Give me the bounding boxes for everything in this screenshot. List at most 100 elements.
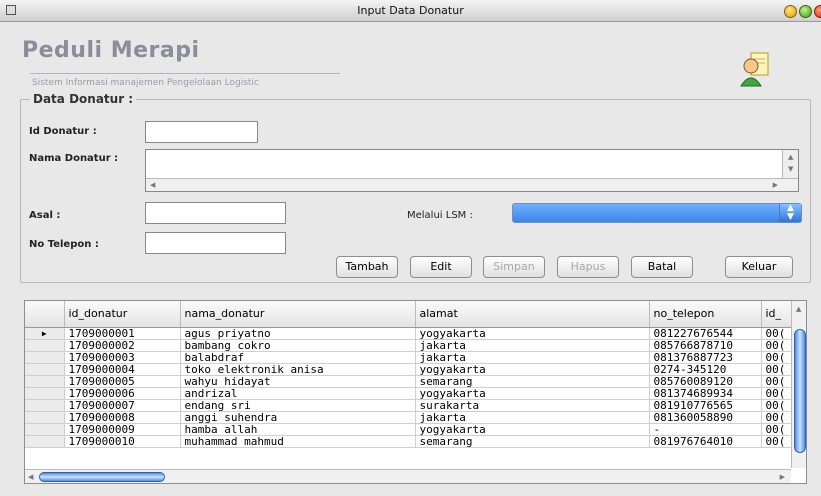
table-cell[interactable]: 1709000007	[64, 399, 181, 412]
table-cell[interactable]: 00(	[761, 363, 792, 376]
table-cell[interactable]: 081374689934	[649, 387, 762, 400]
table-cell[interactable]: andrizal	[180, 387, 416, 400]
column-header[interactable]: id_donatur	[64, 301, 181, 328]
table-cell[interactable]: balabdraf	[180, 351, 416, 364]
table-cell[interactable]: 085760089120	[649, 375, 762, 388]
table-cell[interactable]: 00(	[761, 387, 792, 400]
table-cell[interactable]: wahyu hidayat	[180, 375, 416, 388]
nama-vertical-scrollbar[interactable]: ▲ ▼	[782, 150, 798, 178]
edit-button[interactable]: Edit	[410, 256, 472, 278]
column-header[interactable]: id_	[761, 301, 792, 328]
table-cell[interactable]: surakarta	[415, 399, 650, 412]
table-cell[interactable]: yogyakarta	[415, 423, 650, 436]
table-cell[interactable]: 00(	[761, 375, 792, 388]
table-cell[interactable]: yogyakarta	[415, 387, 650, 400]
no-telepon-field[interactable]	[145, 232, 286, 254]
table-row[interactable]: 1709000006 andrizal yogyakarta 081374689934…	[25, 387, 792, 400]
table-cell[interactable]: muhammad mahmud	[180, 435, 416, 448]
table-cell[interactable]: anggi suhendra	[180, 411, 416, 424]
table-cell[interactable]: agus priyatno	[180, 327, 416, 340]
table-cell[interactable]: 00(	[761, 339, 792, 352]
table-cell[interactable]: 081360058890	[649, 411, 762, 424]
minimize-button[interactable]	[784, 5, 797, 18]
table-vertical-scrollbar[interactable]: ▲	[791, 301, 806, 468]
table-row[interactable]: 1709000002 bambang cokro jakarta 0857668787…	[25, 339, 792, 352]
donatur-grid[interactable]: id_donatur nama_donatur alamat no_telepo…	[25, 301, 792, 448]
keluar-button[interactable]: Keluar	[725, 256, 793, 278]
table-cell[interactable]: 081976764010	[649, 435, 762, 448]
donatur-table[interactable]: id_donatur nama_donatur alamat no_telepo…	[24, 300, 807, 484]
close-button[interactable]	[814, 5, 821, 18]
table-cell[interactable]: 1709000001	[64, 327, 181, 340]
id-donatur-field[interactable]	[145, 121, 258, 143]
table-cell[interactable]: yogyakarta	[415, 327, 650, 340]
table-cell[interactable]: 1709000002	[64, 339, 181, 352]
row-indicator[interactable]	[25, 435, 65, 448]
table-row[interactable]: ▶ 1709000001 agus priyatno yogyakarta 081227…	[25, 327, 792, 340]
table-cell[interactable]: 1709000005	[64, 375, 181, 388]
table-cell[interactable]: 00(	[761, 411, 792, 424]
row-indicator[interactable]	[25, 387, 65, 400]
maximize-button[interactable]	[799, 5, 812, 18]
row-indicator[interactable]	[25, 399, 65, 412]
window-titlebar[interactable]: Input Data Donatur	[0, 0, 821, 22]
batal-button[interactable]: Batal	[631, 256, 693, 278]
horizontal-scroll-thumb[interactable]	[39, 472, 165, 482]
table-cell[interactable]: 1709000008	[64, 411, 181, 424]
table-cell[interactable]: 00(	[761, 399, 792, 412]
form-group-title: Data Donatur :	[30, 92, 137, 106]
table-cell[interactable]: jakarta	[415, 351, 650, 364]
column-header[interactable]: nama_donatur	[180, 301, 416, 328]
table-cell[interactable]: 081376887723	[649, 351, 762, 364]
row-indicator[interactable]	[25, 363, 65, 376]
hapus-button[interactable]: Hapus	[557, 256, 619, 278]
table-cell[interactable]: 1709000003	[64, 351, 181, 364]
table-cell[interactable]: 1709000009	[64, 423, 181, 436]
table-cell[interactable]: endang sri	[180, 399, 416, 412]
row-indicator[interactable]	[25, 375, 65, 388]
table-row[interactable]: 1709000007 endang sri surakarta 08191077656…	[25, 399, 792, 412]
table-cell[interactable]: jakarta	[415, 339, 650, 352]
table-cell[interactable]: 081910776565	[649, 399, 762, 412]
table-cell[interactable]: 00(	[761, 423, 792, 436]
table-cell[interactable]: 1709000010	[64, 435, 181, 448]
table-cell[interactable]: bambang cokro	[180, 339, 416, 352]
table-horizontal-scrollbar[interactable]: ◀ ▶	[25, 469, 791, 483]
table-cell[interactable]: yogyakarta	[415, 363, 650, 376]
tambah-button[interactable]: Tambah	[336, 256, 398, 278]
table-cell[interactable]: semarang	[415, 435, 650, 448]
table-cell[interactable]: jakarta	[415, 411, 650, 424]
row-indicator[interactable]	[25, 411, 65, 424]
table-cell[interactable]: 00(	[761, 327, 792, 340]
vertical-scroll-thumb[interactable]	[794, 329, 806, 453]
row-indicator[interactable]	[25, 423, 65, 436]
simpan-button[interactable]: Simpan	[483, 256, 545, 278]
table-row[interactable]: 1709000010 muhammad mahmud semarang 0819767…	[25, 435, 792, 448]
table-cell[interactable]: -	[649, 423, 762, 436]
table-cell[interactable]: 00(	[761, 351, 792, 364]
table-cell[interactable]: 1709000006	[64, 387, 181, 400]
table-cell[interactable]: 0274-345120	[649, 363, 762, 376]
table-cell[interactable]: 1709000004	[64, 363, 181, 376]
row-indicator[interactable]	[25, 339, 65, 352]
column-header[interactable]: no_telepon	[649, 301, 762, 328]
table-row[interactable]: 1709000003 balabdraf jakarta 081376887723 00…	[25, 351, 792, 364]
column-header[interactable]: alamat	[415, 301, 650, 328]
table-cell[interactable]: toko elektronik anisa	[180, 363, 416, 376]
asal-field[interactable]	[145, 202, 286, 224]
table-cell[interactable]: 085766878710	[649, 339, 762, 352]
table-cell[interactable]: semarang	[415, 375, 650, 388]
table-cell[interactable]: 081227676544	[649, 327, 762, 340]
nama-horizontal-scrollbar[interactable]: ◀ ▶	[146, 178, 798, 191]
nama-donatur-field[interactable]	[146, 150, 782, 178]
table-cell[interactable]: 00(	[761, 435, 792, 448]
table-row[interactable]: 1709000004 toko elektronik anisa yogyakart…	[25, 363, 792, 376]
updown-arrow-icon[interactable]: ▲ ▼	[779, 204, 801, 222]
table-cell[interactable]: hamba allah	[180, 423, 416, 436]
lsm-select[interactable]: ▲ ▼	[512, 203, 802, 223]
table-row[interactable]: 1709000005 wahyu hidayat semarang 085760089…	[25, 375, 792, 388]
row-indicator[interactable]	[25, 351, 65, 364]
table-row[interactable]: 1709000008 anggi suhendra jakarta 081360058…	[25, 411, 792, 424]
row-indicator[interactable]: ▶	[25, 327, 65, 340]
table-row[interactable]: 1709000009 hamba allah yogyakarta -00(	[25, 423, 792, 436]
